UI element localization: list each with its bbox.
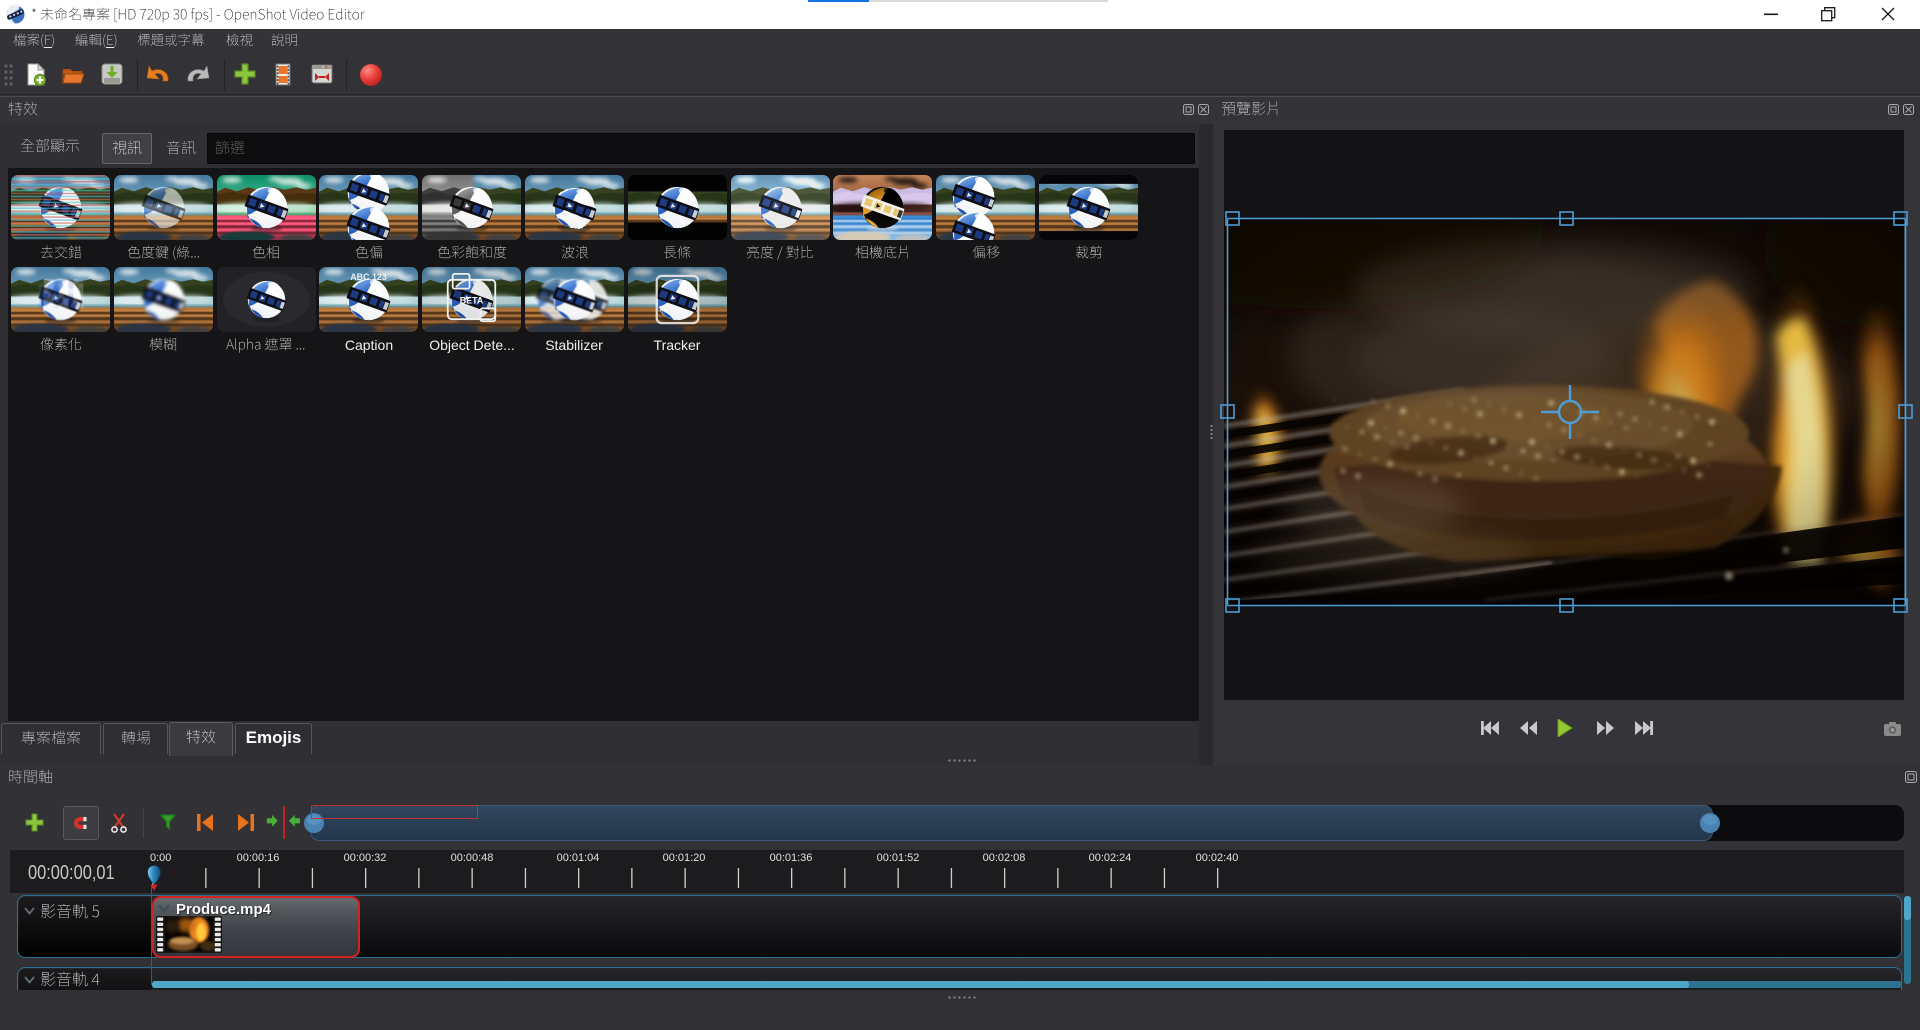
svg-text:ABC 123: ABC 123 — [350, 272, 387, 282]
svg-text:BETA: BETA — [460, 295, 484, 305]
